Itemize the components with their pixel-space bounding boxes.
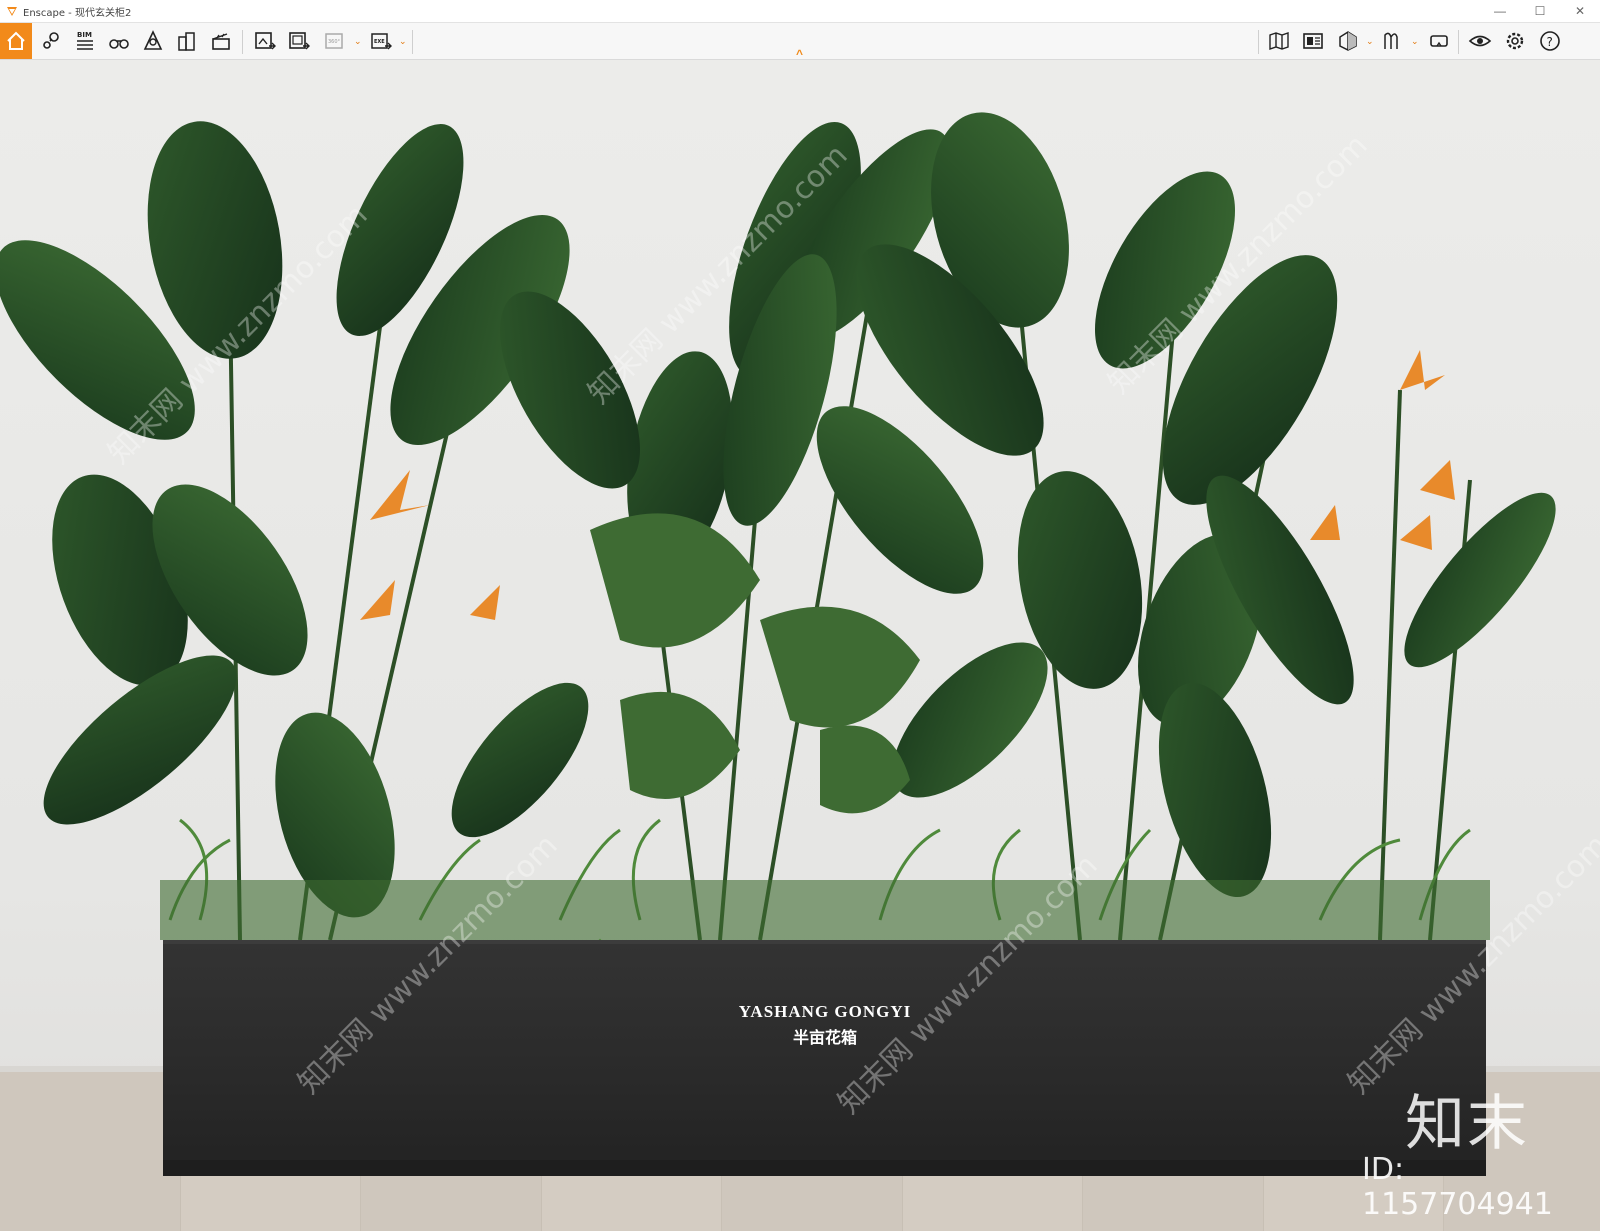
walk-mode-button[interactable] (138, 26, 168, 56)
title-bar: Enscape - 现代玄关柜2 — ☐ ✕ (0, 0, 1600, 23)
binoculars-icon (109, 39, 129, 49)
maximize-button[interactable]: ☐ (1520, 0, 1560, 22)
visibility-button[interactable] (1465, 26, 1495, 56)
asset-library-button[interactable] (1298, 26, 1328, 56)
walk-mode-icon (143, 30, 163, 50)
planter-base (163, 1160, 1486, 1176)
close-button[interactable]: ✕ (1560, 0, 1600, 22)
render-image-button[interactable] (250, 26, 280, 56)
collapse-toolbar-icon[interactable]: ^ (796, 47, 803, 61)
buildings-button[interactable] (172, 26, 202, 56)
svg-text:360°: 360° (328, 39, 341, 45)
toolbar-separator (242, 30, 243, 54)
minimize-button[interactable]: — (1480, 0, 1520, 22)
asset-library-icon (1303, 33, 1323, 49)
material-dropdown-icon[interactable]: ⌄ (1411, 36, 1419, 47)
batch-render-icon (289, 32, 310, 50)
map-button[interactable] (1264, 26, 1294, 56)
map-icon (1269, 32, 1289, 50)
vr-headset-icon (1430, 35, 1448, 47)
clapper-button[interactable] (206, 26, 236, 56)
vr-headset-button[interactable] (1424, 26, 1454, 56)
main-toolbar: BIM 360° ⌄ EXE ⌄ ^ ⌄ ⌄ ? (0, 23, 1600, 61)
export-exe-icon: EXE (371, 33, 392, 50)
batch-render-button[interactable] (284, 26, 314, 56)
view-cube-icon (1339, 31, 1357, 51)
binoculars-button[interactable] (104, 26, 134, 56)
watermark-logo: 知末 (1405, 1089, 1529, 1159)
render-image-icon (255, 32, 276, 50)
enscape-logo-icon (6, 5, 18, 17)
home-button[interactable] (0, 23, 32, 59)
help-icon: ? (1540, 31, 1560, 51)
toolbar-separator (412, 30, 413, 54)
settings-link-icon (43, 32, 59, 49)
toolbar-separator (1458, 30, 1459, 54)
bim-button[interactable]: BIM (70, 26, 100, 56)
svg-text:?: ? (1547, 35, 1553, 49)
panorama-button[interactable]: 360° (320, 26, 350, 56)
gear-icon (1506, 32, 1524, 50)
export-dropdown-icon[interactable]: ⌄ (399, 36, 407, 47)
render-viewport[interactable]: YASHANG GONGYI 半亩花箱 知末网 www.znzmo.com 知末… (0, 60, 1600, 1231)
window-controls: — ☐ ✕ (1480, 0, 1600, 22)
eye-icon (1468, 35, 1492, 47)
clapper-icon (212, 33, 230, 50)
panorama-360-icon: 360° (325, 33, 343, 49)
export-exe-button[interactable]: EXE (366, 26, 396, 56)
settings-button[interactable] (1500, 26, 1530, 56)
view-dropdown-icon[interactable]: ⌄ (1366, 36, 1374, 47)
window-title: Enscape - 现代玄关柜2 (23, 7, 132, 19)
settings-link-button[interactable] (36, 26, 66, 56)
help-button[interactable]: ? (1535, 26, 1565, 56)
view-cube-button[interactable] (1333, 26, 1363, 56)
home-icon (7, 31, 25, 50)
material-icon (1384, 32, 1398, 49)
buildings-icon (178, 32, 195, 51)
svg-text:BIM: BIM (77, 31, 92, 39)
svg-text:EXE: EXE (374, 39, 385, 45)
toolbar-separator (1258, 30, 1259, 54)
watermark-id: ID: 1157704941 (1362, 1152, 1553, 1222)
material-button[interactable] (1378, 26, 1408, 56)
bim-icon: BIM (77, 31, 93, 50)
panorama-dropdown-icon[interactable]: ⌄ (354, 36, 362, 47)
